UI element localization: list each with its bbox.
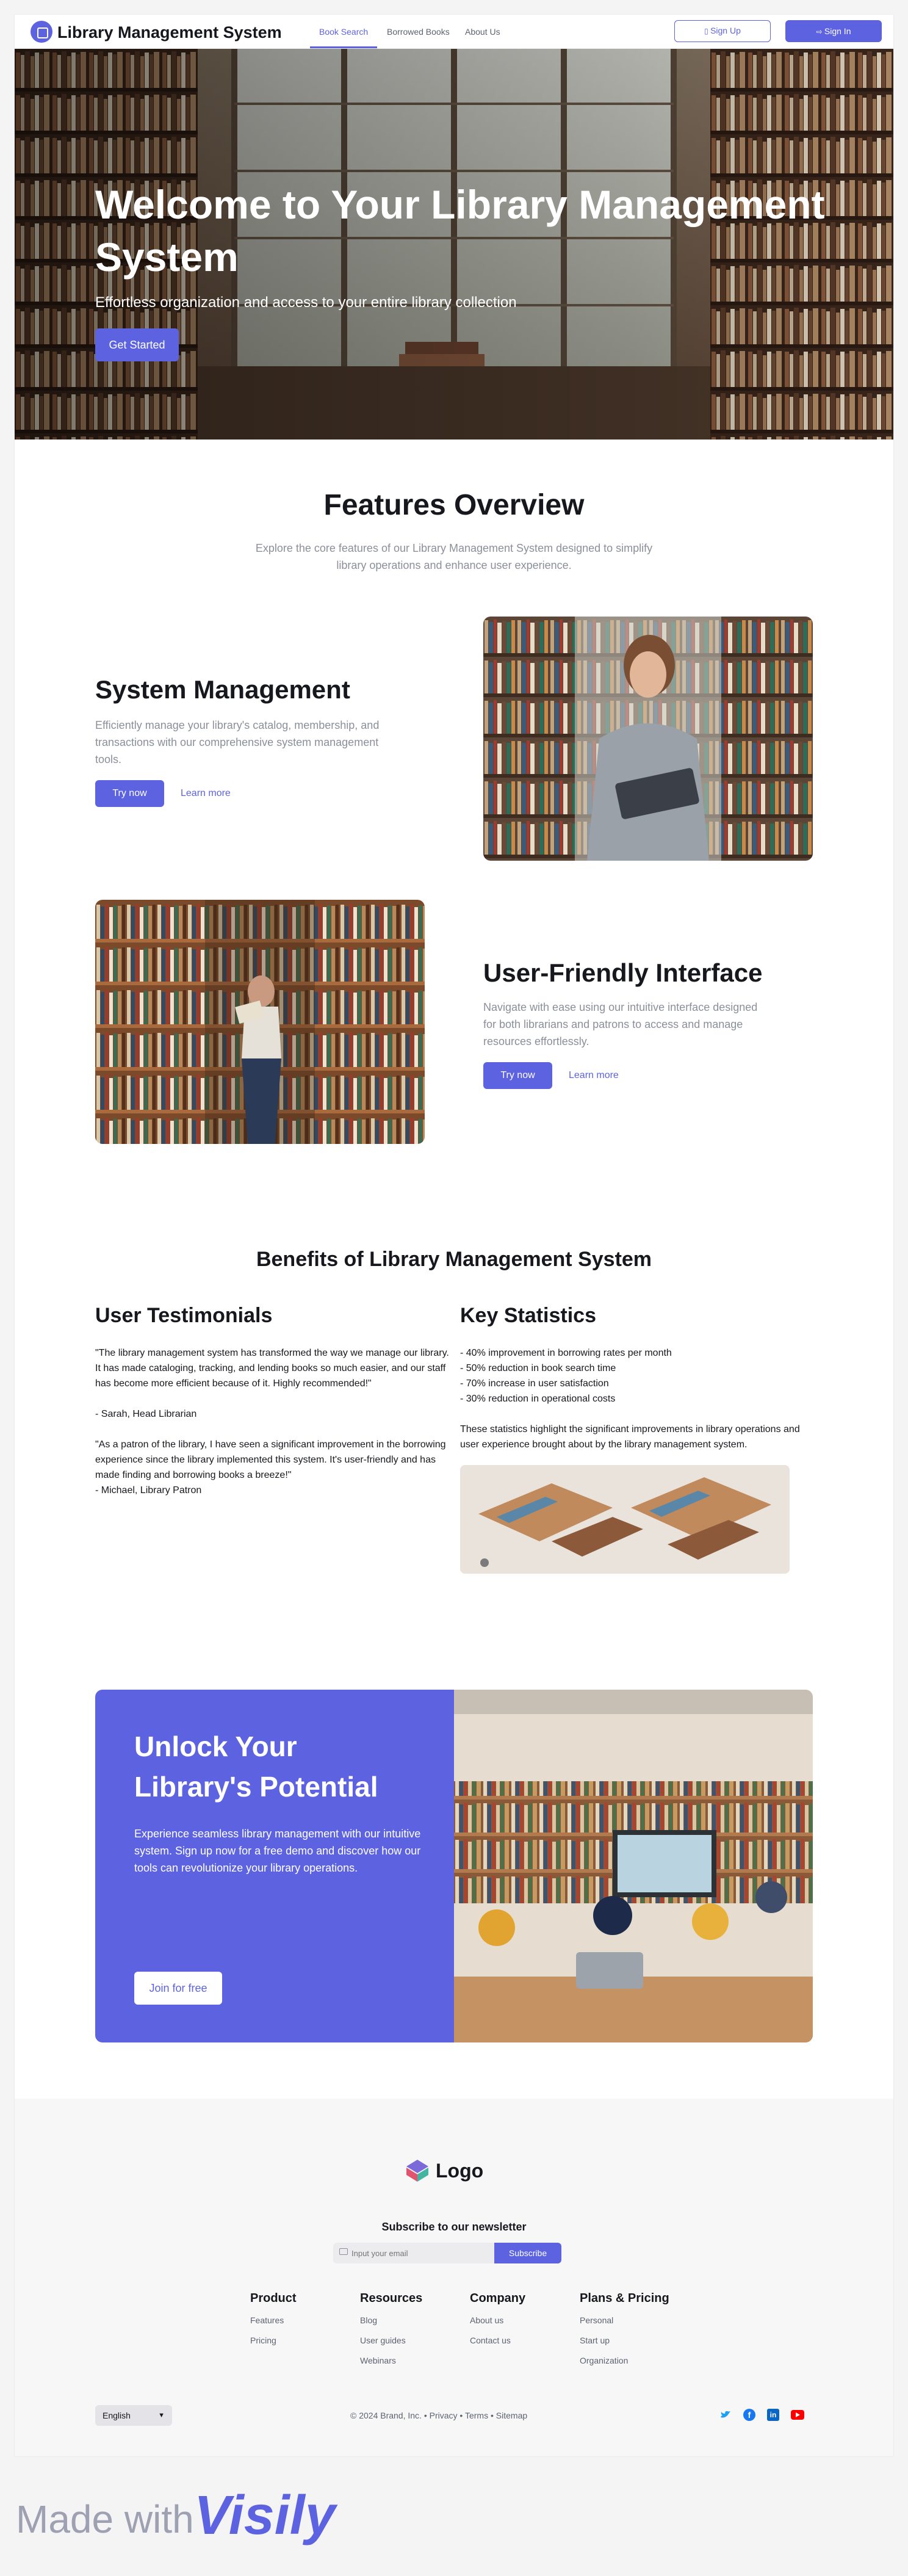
chevron-down-icon: ▼	[158, 2412, 165, 2419]
stat-item: - 40% improvement in borrowing rates per…	[460, 1348, 672, 1358]
footer-column-company: Company About us Contact us	[470, 2292, 525, 2356]
footer-link[interactable]: Features	[250, 2315, 297, 2325]
footer-link[interactable]: Organization	[580, 2356, 669, 2365]
newsletter-title: Subscribe to our newsletter	[381, 2221, 527, 2233]
hero-title: Welcome to Your Library Management Syste…	[95, 182, 825, 280]
active-nav-indicator	[310, 46, 377, 48]
footer-column-title: Product	[250, 2292, 297, 2305]
learn-more-link-1[interactable]: Learn more	[181, 788, 231, 799]
footer-column-resources: Resources Blog User guides Webinars	[360, 2292, 422, 2376]
footer-link[interactable]: Pricing	[250, 2335, 297, 2345]
try-now-button-1[interactable]: Try now	[95, 780, 164, 807]
nav-about-us[interactable]: About Us	[465, 27, 500, 37]
footer-link[interactable]: Blog	[360, 2315, 422, 2325]
cta-title: Unlock Your Library's Potential	[134, 1731, 378, 1803]
cta-text: Experience seamless library management w…	[134, 1828, 421, 1874]
sign-in-button[interactable]: ⇨ Sign In	[785, 20, 882, 42]
nav-book-search[interactable]: Book Search	[319, 27, 368, 37]
cta-card: Unlock Your Library's Potential Experien…	[95, 1690, 813, 2042]
stat-item: - 70% increase in user satisfaction	[460, 1378, 609, 1389]
features-title: Features Overview	[323, 489, 585, 521]
testimonial-quote-2: "As a patron of the library, I have seen…	[95, 1439, 446, 1480]
try-now-button-2[interactable]: Try now	[483, 1062, 552, 1089]
testimonial-author-2: - Michael, Library Patron	[95, 1485, 202, 1496]
footer-link[interactable]: Personal	[580, 2315, 669, 2325]
footer-column-product: Product Features Pricing	[250, 2292, 297, 2356]
twitter-icon[interactable]	[719, 2409, 732, 2421]
testimonials-title: User Testimonials	[95, 1304, 273, 1327]
copyright: © 2024 Brand, Inc.	[350, 2411, 422, 2420]
page: Library Management System Book Search Bo…	[15, 15, 893, 2456]
get-started-button[interactable]: Get Started	[95, 328, 179, 361]
feature-text-system-management: Efficiently manage your library's catalo…	[95, 719, 380, 765]
sitemap-link[interactable]: Sitemap	[496, 2411, 527, 2420]
nav-borrowed-books[interactable]: Borrowed Books	[387, 27, 450, 37]
footer-logo-icon	[406, 2160, 428, 2182]
linkedin-icon[interactable]: in	[767, 2409, 779, 2421]
cta-image-library-team	[454, 1690, 813, 2042]
statistics-title: Key Statistics	[460, 1304, 596, 1327]
footer-link[interactable]: About us	[470, 2315, 525, 2325]
privacy-link[interactable]: Privacy	[430, 2411, 458, 2420]
features-subtitle: Explore the core features of our Library…	[255, 542, 653, 571]
hero-section: Welcome to Your Library Management Syste…	[15, 49, 893, 440]
library-isometric-image	[460, 1465, 790, 1574]
footer-column-title: Company	[470, 2292, 526, 2305]
feature-text-user-friendly: Navigate with ease using our intuitive i…	[483, 1001, 758, 1047]
mail-icon	[339, 2248, 348, 2255]
user-plus-icon: ▯	[704, 27, 711, 35]
stat-item: - 50% reduction in book search time	[460, 1363, 616, 1373]
join-for-free-button[interactable]: Join for free	[134, 1972, 222, 2005]
language-select[interactable]: English ▼	[95, 2405, 172, 2426]
footer-link[interactable]: Start up	[580, 2335, 669, 2345]
copyright-bar: © 2024 Brand, Inc. • Privacy • Terms • S…	[350, 2411, 528, 2420]
made-with-text: Made with	[16, 2497, 194, 2541]
testimonial-author-1: - Sarah, Head Librarian	[95, 1409, 197, 1419]
footer-link[interactable]: Contact us	[470, 2335, 525, 2345]
cta-panel: Unlock Your Library's Potential Experien…	[95, 1690, 454, 2042]
feature-image-student-tablet	[483, 617, 813, 861]
sign-up-button[interactable]: ▯ Sign Up	[674, 20, 771, 42]
facebook-icon[interactable]: f	[743, 2409, 755, 2421]
language-value: English	[103, 2411, 131, 2420]
footer: Logo Subscribe to our newsletter Subscri…	[15, 2099, 893, 2456]
subscribe-button[interactable]: Subscribe	[494, 2243, 561, 2263]
visily-logo[interactable]: Visily	[194, 2484, 336, 2547]
testimonial-quote-1: "The library management system has trans…	[95, 1348, 449, 1389]
footer-column-plans-pricing: Plans & Pricing Personal Start up Organi…	[580, 2292, 669, 2376]
statistics-note: These statistics highlight the significa…	[460, 1424, 800, 1450]
feature-image-reading-library	[95, 900, 425, 1144]
footer-column-title: Plans & Pricing	[580, 2292, 669, 2305]
hero-subtitle: Effortless organization and access to yo…	[95, 294, 517, 311]
top-navbar: Library Management System Book Search Bo…	[15, 15, 893, 49]
footer-logo-text: Logo	[436, 2160, 484, 2182]
stat-item: - 30% reduction in operational costs	[460, 1394, 616, 1404]
footer-link[interactable]: User guides	[360, 2335, 422, 2345]
footer-link[interactable]: Webinars	[360, 2356, 422, 2365]
app-logo-icon[interactable]	[31, 21, 52, 43]
newsletter-email-field[interactable]	[333, 2243, 494, 2263]
feature-title-system-management: System Management	[95, 675, 350, 704]
brand-title: Library Management System	[57, 23, 282, 42]
sign-in-icon: ⇨	[816, 27, 824, 36]
learn-more-link-2[interactable]: Learn more	[569, 1070, 619, 1081]
youtube-icon[interactable]	[791, 2410, 804, 2420]
newsletter-email-input[interactable]	[351, 2243, 492, 2263]
benefits-title: Benefits of Library Management System	[256, 1248, 652, 1271]
terms-link[interactable]: Terms	[465, 2411, 488, 2420]
feature-title-user-friendly: User-Friendly Interface	[483, 958, 763, 987]
footer-column-title: Resources	[360, 2292, 423, 2305]
